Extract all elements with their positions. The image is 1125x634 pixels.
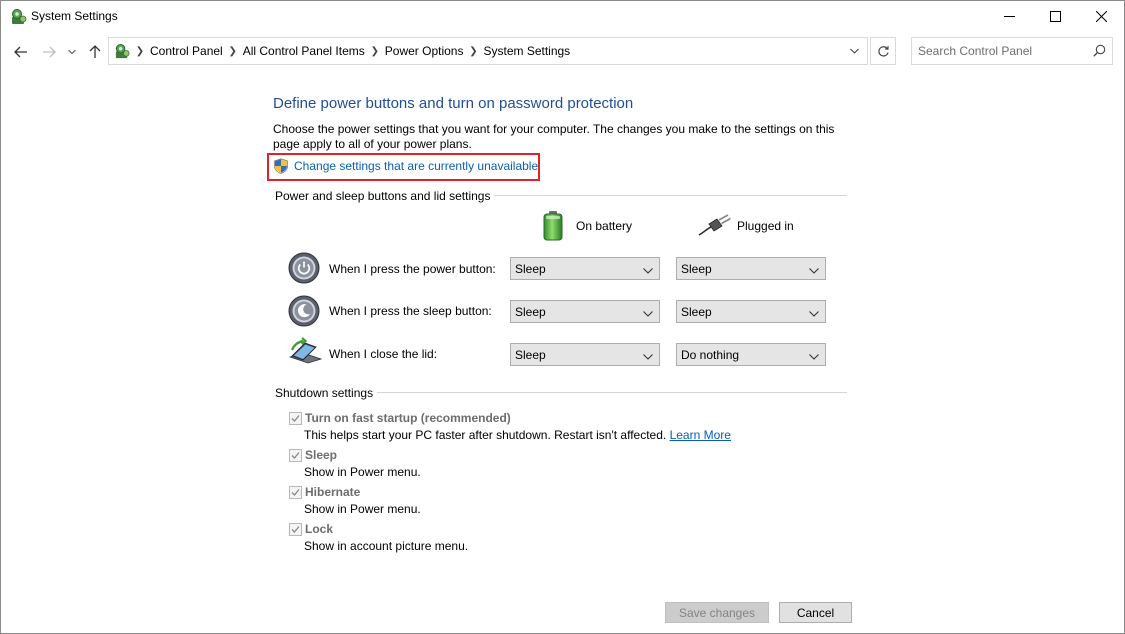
up-button[interactable] — [84, 41, 106, 63]
hibernate-description: Show in Power menu. — [304, 502, 421, 516]
cancel-button[interactable]: Cancel — [779, 602, 852, 623]
select-value: Sleep — [515, 348, 546, 362]
page-heading: Define power buttons and turn on passwor… — [273, 95, 634, 112]
breadcrumb-separator[interactable]: ❯ — [468, 46, 478, 57]
chevron-down-icon — [643, 349, 653, 363]
lid-label: When I close the lid: — [329, 347, 438, 361]
sleep-checkbox[interactable] — [289, 449, 302, 462]
chevron-down-icon — [68, 49, 76, 55]
breadcrumb-system-settings[interactable]: System Settings — [478, 44, 575, 58]
fast-startup-description: This helps start your PC faster after sh… — [304, 428, 731, 442]
up-arrow-icon — [89, 45, 101, 58]
chevron-down-icon — [643, 263, 653, 277]
forward-arrow-icon — [43, 46, 56, 58]
sleep-button-label: When I press the sleep button: — [329, 304, 492, 318]
recent-locations-button[interactable] — [64, 41, 80, 63]
select-value: Sleep — [515, 262, 546, 276]
sleep-button-plugged-select[interactable]: Sleep — [676, 300, 826, 323]
breadcrumb-separator[interactable]: ❯ — [135, 46, 145, 57]
maximize-button[interactable] — [1032, 1, 1078, 32]
hibernate-checkbox[interactable] — [289, 486, 302, 499]
refresh-button[interactable] — [870, 37, 896, 65]
lid-battery-select[interactable]: Sleep — [510, 343, 660, 366]
sleep-button-battery-select[interactable]: Sleep — [510, 300, 660, 323]
chevron-down-icon — [849, 48, 859, 54]
select-value: Sleep — [681, 305, 712, 319]
shutdown-section-title: Shutdown settings — [275, 386, 378, 400]
control-panel-icon — [10, 8, 28, 26]
sleep-label: Sleep — [305, 448, 338, 462]
chevron-down-icon — [809, 349, 819, 363]
hibernate-label: Hibernate — [305, 485, 361, 499]
power-plug-icon — [698, 214, 732, 239]
search-box[interactable] — [911, 37, 1113, 65]
search-icon[interactable] — [1093, 44, 1106, 60]
power-button-battery-select[interactable]: Sleep — [510, 257, 660, 280]
select-value: Sleep — [515, 305, 546, 319]
sleep-button-icon — [288, 295, 320, 330]
control-panel-icon — [109, 38, 135, 64]
fast-startup-checkbox[interactable] — [289, 412, 302, 425]
buttons-section-title: Power and sleep buttons and lid settings — [275, 189, 495, 203]
fast-startup-description-text: This helps start your PC faster after sh… — [304, 428, 667, 442]
uac-shield-icon — [273, 158, 289, 177]
breadcrumb-power-options[interactable]: Power Options — [380, 44, 469, 58]
change-settings-link[interactable]: Change settings that are currently unava… — [294, 159, 538, 173]
sleep-description: Show in Power menu. — [304, 465, 421, 479]
title-bar: System Settings — [1, 1, 1124, 32]
power-button-icon — [288, 252, 320, 287]
refresh-icon — [877, 45, 889, 57]
back-button[interactable] — [10, 41, 32, 63]
window-title: System Settings — [31, 9, 118, 23]
select-value: Do nothing — [681, 348, 740, 362]
fast-startup-label: Turn on fast startup (recommended) — [305, 411, 511, 425]
address-bar[interactable]: ❯ Control Panel ❯ All Control Panel Item… — [108, 37, 868, 65]
power-button-plugged-select[interactable]: Sleep — [676, 257, 826, 280]
system-settings-window: System Settings ❯ Control Panel ❯ All Co… — [0, 0, 1125, 634]
breadcrumb-separator[interactable]: ❯ — [228, 46, 238, 57]
page-description: Choose the power settings that you want … — [273, 122, 835, 151]
plugged-in-header: Plugged in — [737, 219, 794, 233]
lock-description: Show in account picture menu. — [304, 539, 469, 553]
breadcrumb-control-panel[interactable]: Control Panel — [145, 44, 228, 58]
lock-checkbox[interactable] — [289, 523, 302, 536]
search-input[interactable] — [918, 42, 1083, 60]
select-value: Sleep — [681, 262, 712, 276]
save-changes-button[interactable]: Save changes — [665, 602, 769, 623]
chevron-down-icon — [809, 263, 819, 277]
address-dropdown-button[interactable] — [841, 38, 867, 64]
lid-plugged-select[interactable]: Do nothing — [676, 343, 826, 366]
close-button[interactable] — [1078, 1, 1124, 32]
forward-button[interactable] — [38, 41, 60, 63]
chevron-down-icon — [809, 306, 819, 320]
on-battery-header: On battery — [576, 219, 633, 233]
power-button-label: When I press the power button: — [329, 262, 496, 276]
laptop-lid-icon — [288, 337, 323, 370]
breadcrumb-separator[interactable]: ❯ — [370, 46, 380, 57]
chevron-down-icon — [643, 306, 653, 320]
lock-label: Lock — [305, 522, 334, 536]
breadcrumb: ❯ Control Panel ❯ All Control Panel Item… — [109, 38, 575, 64]
minimize-button[interactable] — [986, 1, 1032, 32]
learn-more-link[interactable]: Learn More — [670, 428, 731, 442]
breadcrumb-all-items[interactable]: All Control Panel Items — [238, 44, 370, 58]
battery-icon — [541, 210, 565, 245]
back-arrow-icon — [14, 46, 27, 58]
